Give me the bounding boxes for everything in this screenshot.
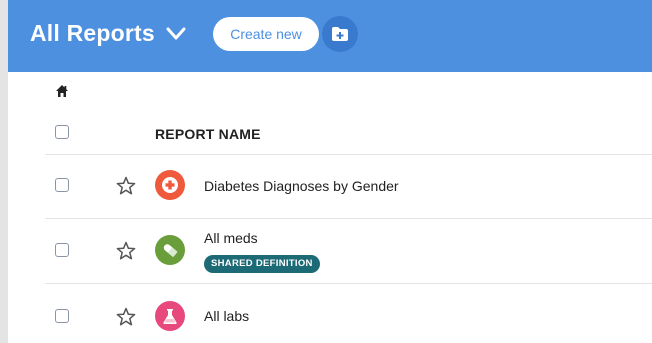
header-bar: All Reports Create new bbox=[8, 0, 652, 72]
flask-icon bbox=[155, 301, 185, 331]
row-checkbox[interactable] bbox=[55, 309, 69, 323]
report-name[interactable]: Diabetes Diagnoses by Gender bbox=[204, 178, 399, 194]
row-divider bbox=[45, 218, 652, 219]
new-folder-button[interactable] bbox=[322, 16, 358, 52]
medical-cross-icon bbox=[155, 170, 185, 200]
header-divider bbox=[45, 154, 652, 155]
page-title[interactable]: All Reports bbox=[30, 20, 155, 47]
pill-icon bbox=[155, 235, 185, 265]
row-checkbox[interactable] bbox=[55, 178, 69, 192]
row-divider bbox=[45, 283, 652, 284]
shared-definition-badge: SHARED DEFINITION bbox=[204, 255, 320, 273]
chevron-down-icon[interactable] bbox=[165, 26, 187, 42]
star-icon[interactable] bbox=[116, 307, 136, 327]
home-icon[interactable] bbox=[55, 84, 69, 98]
report-name-column-header[interactable]: REPORT NAME bbox=[155, 126, 261, 142]
select-all-checkbox[interactable] bbox=[55, 125, 69, 139]
star-icon[interactable] bbox=[116, 176, 136, 196]
report-name[interactable]: All labs bbox=[204, 308, 249, 324]
folder-plus-icon bbox=[332, 27, 348, 41]
row-checkbox[interactable] bbox=[55, 243, 69, 257]
star-icon[interactable] bbox=[116, 241, 136, 261]
report-name[interactable]: All meds bbox=[204, 230, 258, 246]
app-frame: All Reports Create new REPORT NAME Diabe… bbox=[0, 0, 652, 343]
create-new-button[interactable]: Create new bbox=[213, 17, 319, 51]
